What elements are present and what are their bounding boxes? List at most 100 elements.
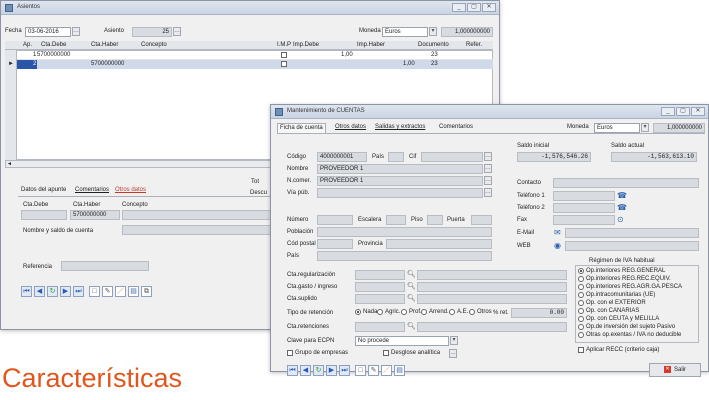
email-icon[interactable]: ✉ [554,228,561,237]
scroll-left-icon[interactable]: ◄ [7,161,12,167]
close-button[interactable]: ✕ [482,3,496,12]
grid-horizontal-scrollbar[interactable] [5,160,275,168]
clave-ecpn-dropdown-button[interactable]: ▾ [450,336,458,345]
contacto-field[interactable] [553,178,699,188]
iva-option-2[interactable]: Op.interiores REG.AGR.GA.PESCA [578,284,682,290]
fecha-calendar-button[interactable]: … [72,27,80,36]
cif-lookup-button[interactable]: … [484,152,492,161]
row2-imp-checkbox[interactable] [281,61,287,67]
search-icon[interactable]: 🔍︎ [407,294,416,302]
tab-otros-datos[interactable]: Otros datos [113,187,148,193]
salir-button[interactable]: ✕ Salir [649,363,701,377]
cta-gasto-field[interactable] [355,282,405,292]
retencion-arrend-radio[interactable]: Arrend. [421,309,449,315]
referencia-field[interactable] [61,261,149,271]
codpostal-field[interactable] [317,239,353,249]
iva-option-1[interactable]: Op.interiores REG.REC.EQUIV. [578,276,671,282]
tab-comentarios[interactable]: Comentarios [73,187,111,193]
delete-record-icon[interactable]: ／ [115,286,126,297]
cif-field[interactable] [421,152,483,162]
phone-icon[interactable]: ☎ [617,191,627,200]
phone-icon[interactable]: ☎ [617,203,627,212]
search-icon[interactable]: 🔍︎ [407,322,416,330]
cta-suplido-field[interactable] [355,294,405,304]
fecha-input[interactable]: 03-06-2016 [25,27,71,37]
numero-field[interactable] [317,215,353,225]
maximize-button[interactable]: ▢ [676,107,690,116]
poblacion-field[interactable] [317,227,492,237]
retencion-ae-radio[interactable]: A.E. [449,309,468,315]
piso-field[interactable] [427,215,443,225]
telefono2-field[interactable] [553,203,615,213]
pct-ret-field[interactable]: 0.00 [511,308,567,318]
tab-datos-apunte[interactable]: Datos del apunte [19,187,68,193]
pais2-field[interactable] [317,251,492,261]
asiento-lookup-button[interactable]: … [173,27,181,36]
print-icon[interactable]: ▤ [128,286,139,297]
next-record-icon[interactable]: ▶ [60,286,71,297]
desglose-button[interactable]: … [449,349,457,358]
escalera-field[interactable] [386,215,406,225]
refresh-icon[interactable]: ↻ [47,286,58,297]
telefono1-field[interactable] [553,191,615,201]
close-button[interactable]: ✕ [691,107,705,116]
retencion-nada-radio[interactable]: Nada [355,309,377,315]
web-field[interactable] [565,241,699,251]
puerta-field[interactable] [471,215,492,225]
retencion-agric-radio[interactable]: Agric. [377,309,400,315]
asiento-field[interactable]: 25 [132,27,172,37]
provincia-field[interactable] [386,239,492,249]
copy-icon[interactable]: ⧉ [141,286,152,297]
email-field[interactable] [565,228,699,238]
iva-option-4[interactable]: Op. con el EXTERIOR [578,300,646,306]
cta-retenciones-field[interactable] [355,322,405,332]
iva-option-8[interactable]: Otras op.exentas / IVA no deducible [578,332,681,338]
ncomer-lookup-button[interactable]: … [484,176,492,185]
grupo-empresas-checkbox[interactable]: Grupo de empresas [287,350,348,356]
tab-salidas-extractos[interactable]: Salidas y extractos [373,124,427,130]
clave-ecpn-select[interactable]: No procede [355,336,449,346]
last-record-icon[interactable]: ⏭ [73,286,84,297]
cuentas-titlebar[interactable]: Mantenimiento de CUENTAS _ ▢ ✕ [271,105,708,119]
iva-option-0[interactable]: Op.interiores REG.GENERAL [578,268,665,274]
minimize-button[interactable]: _ [452,3,466,12]
maximize-button[interactable]: ▢ [467,3,481,12]
last-record-icon[interactable]: ⏭ [339,365,350,376]
ncomer-field[interactable]: PROVEEDOR 1 [317,176,483,186]
search-icon[interactable]: 🔍︎ [407,282,416,290]
refresh-icon[interactable]: ↻ [313,365,324,376]
retencion-prof-radio[interactable]: Prof. [401,309,422,315]
iva-option-5[interactable]: Op. con CANARIAS [578,308,639,314]
iva-option-7[interactable]: Op.de inversión del sujeto Pasivo [578,324,675,330]
print-icon[interactable]: ▤ [394,365,405,376]
tab-otros-datos[interactable]: Otros datos [333,124,368,130]
edit-record-icon[interactable]: ✎ [102,286,113,297]
viapub-field[interactable] [317,188,483,198]
detail-concepto-field[interactable] [122,210,272,220]
previous-record-icon[interactable]: ◀ [34,286,45,297]
tab-comentarios[interactable]: Comentarios [437,124,475,130]
detail-cta-haber-field[interactable]: 5700000000 [70,210,120,220]
desglose-analitica-checkbox[interactable]: Desglose analítica [383,350,440,356]
first-record-icon[interactable]: ⏮ [287,365,298,376]
iva-option-3[interactable]: Op.intracomunitarias (UE) [578,292,655,298]
codigo-field[interactable]: 4000000001 [317,152,367,162]
delete-record-icon[interactable]: ／ [381,365,392,376]
table-row[interactable] [17,51,493,60]
cta-reg-field[interactable] [355,270,405,280]
table-row-selected[interactable] [17,60,493,69]
nombre-field[interactable]: PROVEEDOR 1 [317,164,483,174]
detail-cta-debe-field[interactable] [21,210,67,220]
edit-record-icon[interactable]: ✎ [368,365,379,376]
search-icon[interactable]: 🔍︎ [407,270,416,278]
moneda-dropdown-button[interactable]: ▾ [641,123,649,132]
new-record-icon[interactable]: □ [355,365,366,376]
row1-imp-checkbox[interactable] [281,52,287,58]
moneda-dropdown-button[interactable]: ▾ [429,27,437,36]
nombre-lookup-button[interactable]: … [484,164,492,173]
first-record-icon[interactable]: ⏮ [21,286,32,297]
previous-record-icon[interactable]: ◀ [300,365,311,376]
iva-option-6[interactable]: Op. con CEUTA y MELILLA [578,316,659,322]
retencion-otros-radio[interactable]: Otros [469,309,492,315]
web-icon[interactable]: ◉ [554,241,561,250]
